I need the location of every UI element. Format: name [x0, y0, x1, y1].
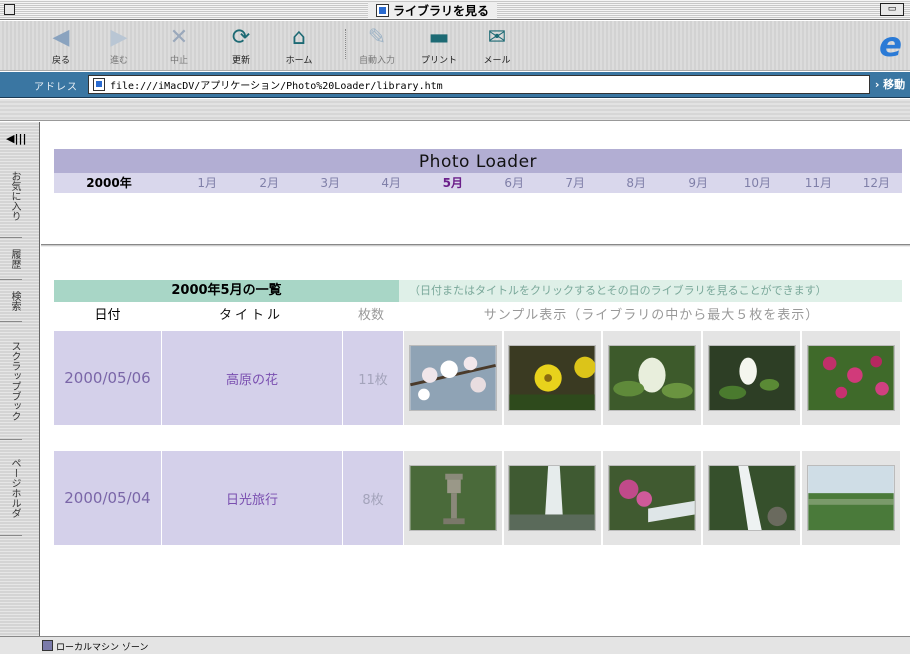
list-header: 2000年5月の一覧 （日付またはタイトルをクリックするとその日のライブラリを見…: [54, 280, 902, 302]
refresh-label: 更新: [231, 56, 250, 66]
sidebar-tab-page-holder[interactable]: ページホルダ: [0, 440, 22, 536]
thumbnail-cherry-blossom[interactable]: [408, 345, 497, 411]
window-title: ライブラリを見る: [368, 2, 498, 18]
refresh-icon: ⟳: [231, 25, 251, 50]
list-title: 2000年5月の一覧: [54, 280, 399, 302]
document-icon: [376, 3, 389, 17]
thumbnail-marsh[interactable]: [807, 465, 896, 531]
autofill-icon: ✎: [367, 25, 387, 50]
stop-label: 中止: [169, 56, 188, 66]
month-link[interactable]: 9月: [652, 173, 714, 193]
thumbnail-strip: [404, 451, 902, 545]
home-icon: ⌂: [292, 25, 306, 50]
month-link[interactable]: 3月: [285, 173, 346, 193]
month-link[interactable]: 11月: [777, 173, 838, 193]
mail-button[interactable]: ✉ メール: [472, 25, 522, 66]
list-frame: 2000年5月の一覧 （日付またはタイトルをクリックするとその日のライブラリを見…: [41, 247, 910, 636]
home-label: ホーム: [285, 56, 313, 66]
address-input[interactable]: file:///iMacDV/アプリケーション/Photo%20Loader/l…: [88, 75, 870, 94]
album-date-link[interactable]: 2000/05/06: [54, 331, 161, 425]
forward-arrow-icon: ▶: [110, 25, 128, 50]
address-url: file:///iMacDV/アプリケーション/Photo%20Loader/l…: [110, 81, 443, 92]
thumbnail-stone-lantern[interactable]: [408, 465, 497, 531]
month-link[interactable]: 6月: [469, 173, 530, 193]
month-link[interactable]: 1月: [164, 173, 223, 193]
mail-label: メール: [483, 56, 511, 66]
autofill-label: 自動入力: [358, 56, 395, 66]
status-bar: ローカルマシン ゾーン: [0, 636, 910, 654]
month-nav: 2000年 1月 2月 3月 4月 5月 6月 7月 8月 9月 10月 11月 12月: [54, 173, 902, 193]
print-label: プリント: [420, 56, 457, 66]
month-link[interactable]: 12月: [838, 173, 896, 193]
print-button[interactable]: ▬ プリント: [414, 25, 464, 66]
page-title: Photo Loader: [54, 149, 902, 173]
col-sample: サンプル表示（ライブラリの中から最大５枚を表示）: [483, 308, 820, 323]
thumbnail-white-flower[interactable]: [707, 345, 796, 411]
sidebar-collapse-icon[interactable]: ◀|||: [6, 132, 27, 145]
back-label: 戻る: [51, 56, 70, 66]
year-label[interactable]: 2000年: [54, 173, 164, 193]
album-row: 2000/05/06 高原の花 11枚: [54, 331, 902, 425]
sidebar-tab-search[interactable]: 検索: [0, 280, 22, 322]
window-title-text: ライブラリを見る: [393, 3, 490, 18]
col-count: 枚数: [357, 308, 384, 323]
forward-label: 進む: [109, 56, 128, 66]
status-text: ローカルマシン ゾーン: [56, 643, 149, 653]
sidebar-tab-favorites[interactable]: お気に入り: [0, 154, 22, 238]
album-count: 8枚: [343, 451, 403, 545]
toolbar: ◀ 戻る ▶ 進む ✕ 中止 ⟳ 更新 ⌂ ホーム ✎ 自動入力 ▬ プリント …: [0, 21, 910, 71]
thumbnail-skunk-cabbage[interactable]: [607, 345, 696, 411]
refresh-button[interactable]: ⟳ 更新: [216, 25, 266, 66]
thumbnail-strip: [404, 331, 902, 425]
column-headers: 日付 タイトル 枚数 サンプル表示（ライブラリの中から最大５枚を表示）: [54, 305, 902, 327]
page-icon: [93, 78, 105, 91]
list-hint: （日付またはタイトルをクリックするとその日のライブラリを見ることができます）: [399, 280, 902, 302]
calendar-frame: Photo Loader 2000年 1月 2月 3月 4月 5月 6月 7月 8月 9月 10月…: [41, 122, 910, 244]
month-link[interactable]: 4月: [346, 173, 407, 193]
go-button[interactable]: › 移動: [872, 76, 908, 94]
address-bar: アドレス file:///iMacDV/アプリケーション/Photo%20Loa…: [0, 72, 910, 98]
album-title-link[interactable]: 日光旅行: [162, 451, 342, 545]
col-title: タイトル: [218, 308, 283, 323]
forward-button[interactable]: ▶ 進む: [94, 25, 144, 66]
ie-logo-icon: e: [878, 25, 902, 65]
toolbar-separator: [345, 29, 346, 59]
stop-x-icon: ✕: [169, 25, 189, 50]
back-button[interactable]: ◀ 戻る: [36, 25, 86, 66]
thumbnail-cascade[interactable]: [707, 465, 796, 531]
month-link[interactable]: 10月: [714, 173, 777, 193]
mail-icon: ✉: [487, 25, 507, 50]
month-link[interactable]: 7月: [530, 173, 591, 193]
thumbnail-azalea-stream[interactable]: [607, 465, 696, 531]
album-date-link[interactable]: 2000/05/04: [54, 451, 161, 545]
thumbnail-yellow-flowers[interactable]: [508, 345, 597, 411]
close-box[interactable]: [4, 4, 15, 15]
album-row: 2000/05/04 日光旅行 8枚: [54, 451, 902, 545]
sidebar-tab-scrapbook[interactable]: スクラップブック: [0, 322, 22, 440]
window-titlebar[interactable]: ライブラリを見る ▭: [0, 0, 910, 20]
address-label: アドレス: [34, 82, 78, 93]
thumbnail-waterfall[interactable]: [508, 465, 597, 531]
back-arrow-icon: ◀: [52, 25, 70, 50]
stop-button[interactable]: ✕ 中止: [154, 25, 204, 66]
autofill-button[interactable]: ✎ 自動入力: [352, 25, 402, 66]
sidebar-tab-history[interactable]: 履歴: [0, 238, 22, 280]
month-link[interactable]: 2月: [223, 173, 285, 193]
month-link[interactable]: 8月: [591, 173, 652, 193]
zone-icon: [42, 640, 53, 651]
home-button[interactable]: ⌂ ホーム: [274, 25, 324, 66]
explorer-sidebar: ◀||| お気に入り 履歴 検索 スクラップブック ページホルダ: [0, 122, 40, 636]
album-title-link[interactable]: 高原の花: [162, 331, 342, 425]
favorites-bar: [0, 99, 910, 121]
printer-icon: ▬: [428, 25, 450, 50]
album-count: 11枚: [343, 331, 403, 425]
zoom-box[interactable]: ▭: [880, 3, 904, 16]
thumbnail-pink-azalea[interactable]: [807, 345, 896, 411]
month-link[interactable]: 5月: [407, 173, 469, 193]
col-date: 日付: [94, 308, 121, 323]
